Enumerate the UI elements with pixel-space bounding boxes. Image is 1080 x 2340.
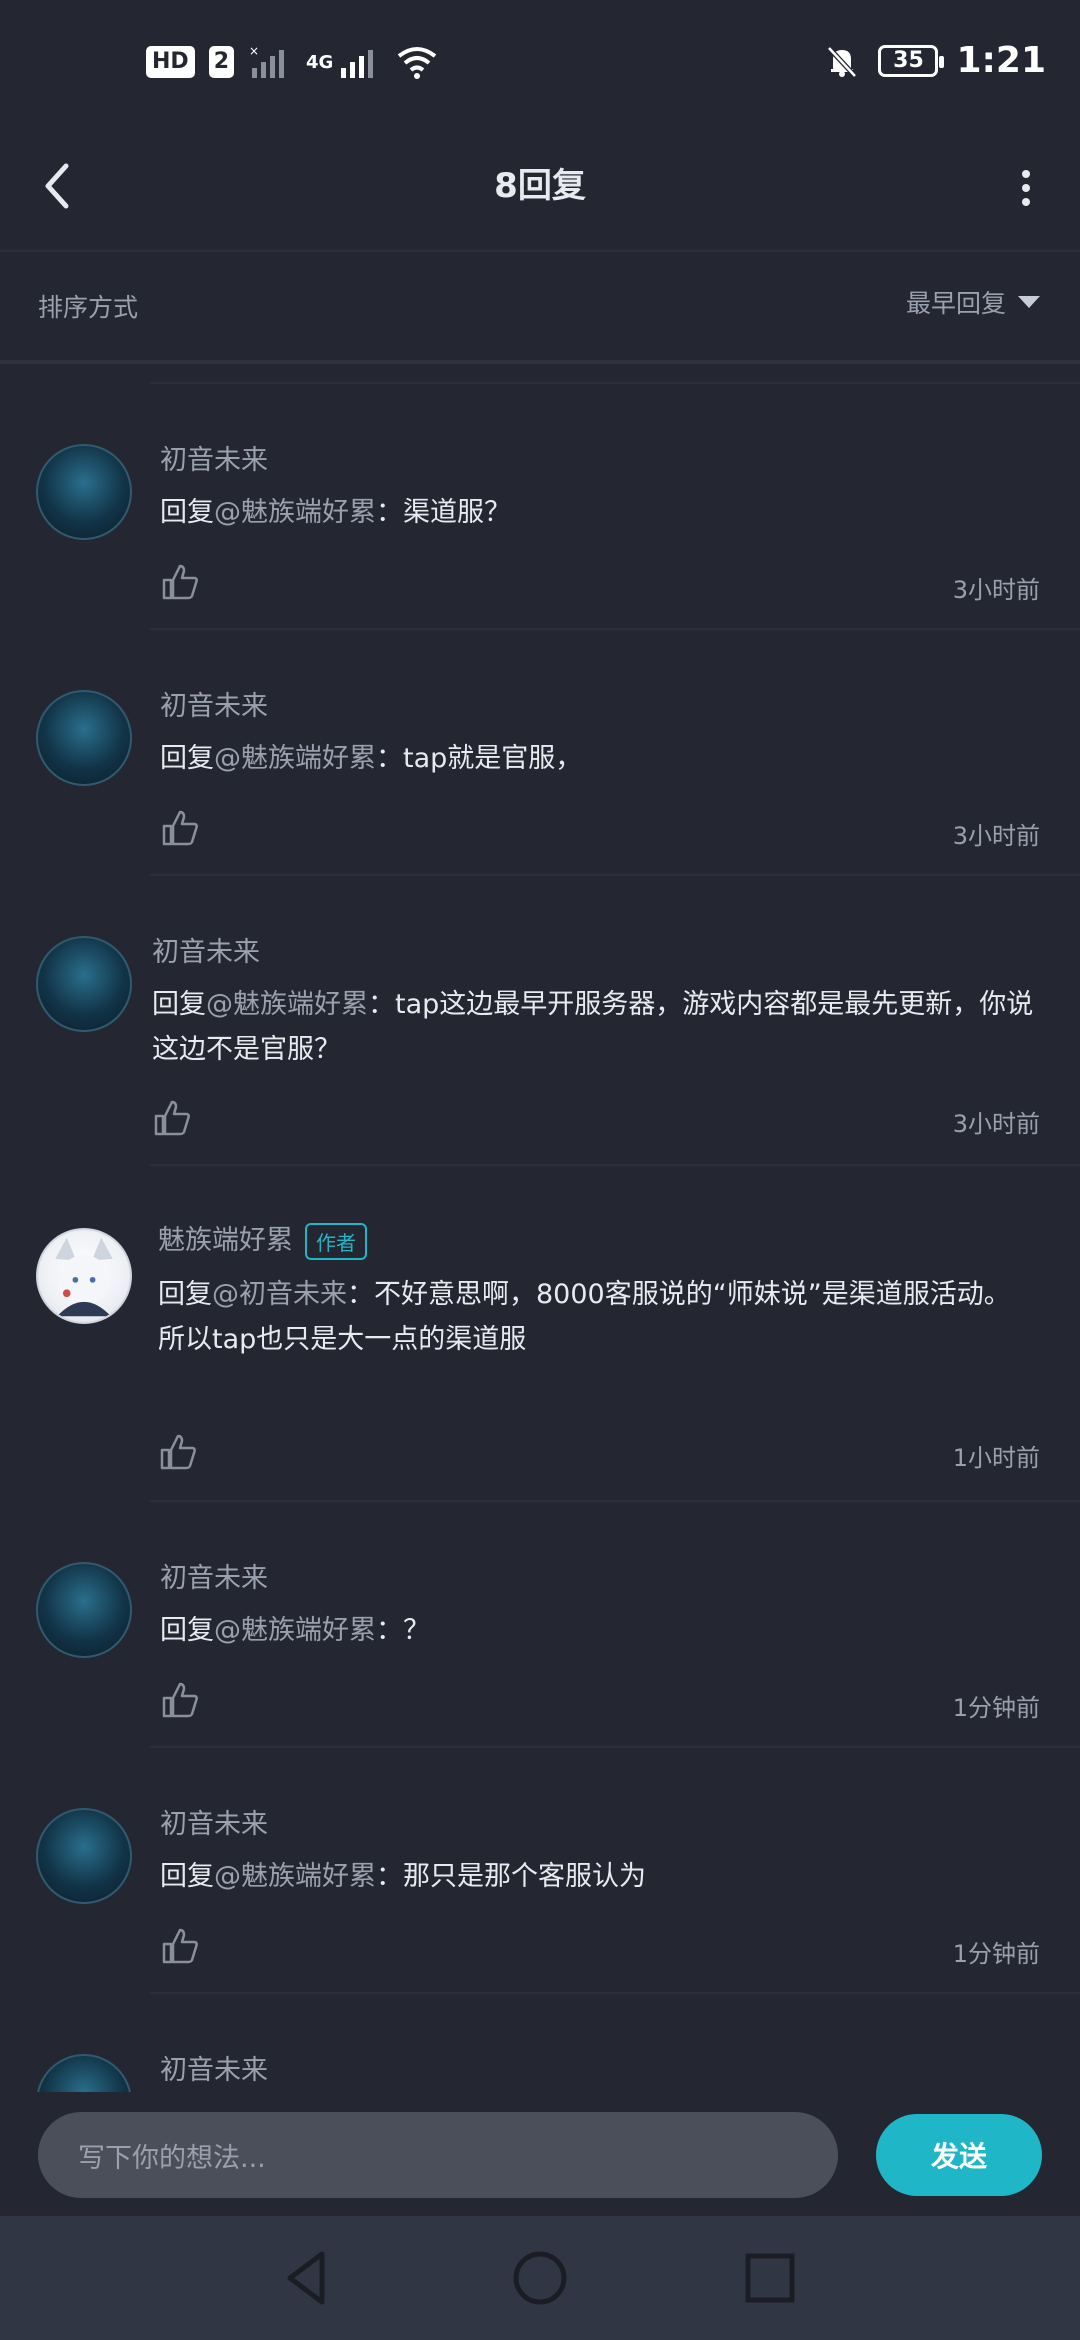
comment-body: ：不好意思啊，8000客服说的“师妹说”是渠道服活动。: [347, 1279, 1011, 1310]
more-options-icon[interactable]: [1006, 158, 1046, 218]
comment-author[interactable]: 魅族端好累: [158, 1225, 293, 1256]
timestamp: 1小时前: [952, 1444, 1040, 1472]
comment-input[interactable]: 写下你的想法...: [38, 2112, 838, 2198]
mention-link[interactable]: @魅族端好累: [214, 743, 376, 774]
fox-avatar-icon: [55, 1237, 113, 1317]
hd-voice-icon: HD: [146, 46, 195, 78]
status-left: HD 2 × 4G: [146, 44, 439, 80]
comment-author[interactable]: 初音未来: [160, 1556, 268, 1595]
sort-value: 最早回复: [905, 289, 1006, 318]
author-badge: 作者: [305, 1223, 367, 1260]
nav-home-icon[interactable]: [508, 2246, 572, 2310]
avatar[interactable]: [36, 690, 132, 786]
comment-item: 初音未来 回复@魅族端好累：？ 1分钟前: [0, 1502, 1080, 1748]
timestamp: 3小时前: [952, 1110, 1040, 1138]
thumbs-up-icon[interactable]: [160, 562, 200, 602]
battery-icon: 35: [878, 44, 945, 77]
battery-level: 35: [893, 48, 924, 73]
comment-author[interactable]: 初音未来: [160, 2048, 268, 2087]
comment-item: 初音未来 回复@魅族端好累：tap就是官服， 3小时前: [0, 630, 1080, 876]
comment-item: 初音未来: [0, 1994, 1080, 2092]
mention-link[interactable]: @魅族端好累: [214, 497, 376, 528]
comment-author[interactable]: 初音未来: [160, 438, 268, 477]
send-button[interactable]: 发送: [876, 2114, 1042, 2196]
comment-body: ：？: [376, 1615, 430, 1646]
mention-link[interactable]: @魅族端好累: [214, 1615, 376, 1646]
input-placeholder: 写下你的想法...: [78, 2142, 266, 2174]
chevron-down-icon: [1018, 296, 1040, 308]
top-app-bar: 8回复: [0, 130, 1080, 252]
avatar[interactable]: [36, 1808, 132, 1904]
mention-link[interactable]: @魅族端好累: [214, 1861, 376, 1892]
sort-dropdown[interactable]: 最早回复: [906, 284, 1040, 320]
thumbs-up-icon[interactable]: [152, 1098, 192, 1138]
sort-label: 排序方式: [38, 293, 139, 322]
thumbs-up-icon[interactable]: [160, 1926, 200, 1966]
comment-item: 初音未来 回复@魅族端好累：那只是那个客服认为 1分钟前: [0, 1748, 1080, 1994]
comment-text: 回复@魅族端好累：渠道服？: [160, 490, 1040, 535]
timestamp: 1分钟前: [952, 1694, 1040, 1722]
comment-text: 回复@魅族端好累：那只是那个客服认为: [160, 1854, 1040, 1899]
status-bar: HD 2 × 4G 35 1:21: [0, 0, 1080, 130]
signal-icon: ×: [249, 44, 284, 78]
nav-recents-icon[interactable]: [738, 2246, 802, 2310]
timestamp: 3小时前: [952, 822, 1040, 850]
avatar[interactable]: [36, 1228, 132, 1324]
sim-icon: 2: [208, 46, 234, 78]
comment-text: 回复@初音未来：不好意思啊，8000客服说的“师妹说”是渠道服活动。 所以tap…: [158, 1272, 1040, 1362]
comment-body: ：渠道服？: [376, 497, 511, 528]
mention-link[interactable]: @初音未来: [212, 1279, 347, 1310]
comment-body: ：tap就是官服，: [376, 743, 583, 774]
mute-icon: [827, 45, 858, 78]
avatar[interactable]: [36, 2054, 132, 2092]
comment-item: 初音未来 回复@魅族端好累：tap这边最早开服务器，游戏内容都是最先更新，你说这…: [0, 876, 1080, 1166]
reply-prefix: 回复: [160, 1861, 214, 1892]
comment-text: 回复@魅族端好累：tap这边最早开服务器，游戏内容都是最先更新，你说这边不是官服…: [152, 982, 1040, 1072]
reply-prefix: 回复: [160, 743, 214, 774]
comment-body: ：那只是那个客服认为: [376, 1861, 646, 1892]
reply-prefix: 回复: [160, 497, 214, 528]
system-nav-bar: [0, 2216, 1080, 2340]
comment-item: 初音未来 回复@魅族端好累：渠道服？ 3小时前: [0, 384, 1080, 630]
mention-link[interactable]: @魅族端好累: [206, 989, 368, 1020]
nav-back-icon[interactable]: [276, 2246, 340, 2310]
page-title: 8回复: [494, 166, 586, 206]
network-type-label: 4G: [306, 51, 334, 73]
4g-signal-icon: [341, 50, 374, 78]
reply-prefix: 回复: [158, 1279, 212, 1310]
avatar[interactable]: [36, 936, 132, 1032]
reply-prefix: 回复: [152, 989, 206, 1020]
thumbs-up-icon[interactable]: [160, 808, 200, 848]
comment-item: 魅族端好累 作者 回复@初音未来：不好意思啊，8000客服说的“师妹说”是渠道服活…: [0, 1166, 1080, 1502]
comment-body-line2: 所以tap也只是大一点的渠道服: [158, 1324, 527, 1355]
wifi-icon: [398, 47, 437, 79]
thumbs-up-icon[interactable]: [158, 1432, 198, 1472]
avatar[interactable]: [36, 1562, 132, 1658]
thumbs-up-icon[interactable]: [160, 1680, 200, 1720]
comment-author-row: 魅族端好累 作者: [158, 1218, 367, 1260]
status-right: 35 1:21: [824, 40, 1046, 81]
timestamp: 3小时前: [952, 576, 1040, 604]
clock: 1:21: [956, 40, 1046, 81]
comment-author[interactable]: 初音未来: [160, 684, 268, 723]
avatar[interactable]: [36, 444, 132, 540]
comment-author[interactable]: 初音未来: [152, 930, 260, 969]
comment-author[interactable]: 初音未来: [160, 1802, 268, 1841]
reply-prefix: 回复: [160, 1615, 214, 1646]
svg-text:×: ×: [249, 44, 259, 58]
timestamp: 1分钟前: [952, 1940, 1040, 1968]
comment-text: 回复@魅族端好累：tap就是官服，: [160, 736, 1040, 781]
comment-input-bar: 写下你的想法... 发送: [0, 2092, 1080, 2216]
sort-bar: 排序方式 最早回复: [0, 252, 1080, 364]
comment-text: 回复@魅族端好累：？: [160, 1608, 1040, 1653]
